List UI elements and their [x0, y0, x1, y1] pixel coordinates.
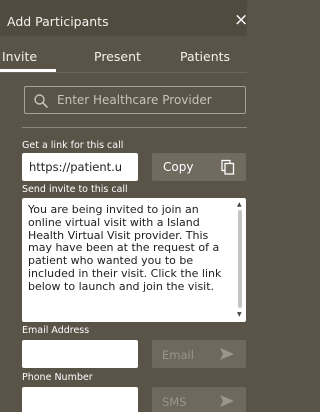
- close-icon[interactable]: ×: [234, 10, 248, 30]
- email-button-label: Email: [162, 348, 194, 362]
- send-arrow-icon: [218, 393, 236, 409]
- sms-button-label: SMS: [162, 395, 187, 409]
- section-divider: [22, 127, 247, 128]
- sms-send-button[interactable]: SMS: [152, 387, 246, 412]
- scroll-thumb[interactable]: [238, 210, 242, 308]
- copy-icon: [220, 159, 236, 175]
- tab-invite[interactable]: Invite: [2, 49, 37, 64]
- dialog-title: Add Participants: [7, 14, 109, 29]
- scroll-up-icon[interactable]: ▲: [237, 202, 242, 208]
- phone-label: Phone Number: [22, 372, 93, 383]
- email-send-button[interactable]: Email: [152, 340, 246, 368]
- copy-button-label: Copy: [163, 160, 194, 174]
- copy-button[interactable]: Copy: [152, 153, 246, 181]
- get-link-label: Get a link for this call: [22, 140, 124, 151]
- dialog-header: Add Participants ×: [0, 0, 248, 36]
- search-placeholder: Enter Healthcare Provider: [57, 93, 212, 107]
- invite-message-textarea[interactable]: You are being invited to join an online …: [22, 198, 246, 322]
- tab-bar: Invite Present Patients: [0, 44, 247, 72]
- link-value: https://patient.u: [29, 160, 123, 174]
- message-scrollbar[interactable]: ▲ ▼: [236, 200, 244, 320]
- tab-present[interactable]: Present: [94, 49, 141, 64]
- tab-patients[interactable]: Patients: [180, 49, 230, 64]
- search-input[interactable]: Enter Healthcare Provider: [24, 86, 246, 114]
- send-arrow-icon: [218, 346, 236, 362]
- link-field[interactable]: https://patient.u: [22, 153, 138, 181]
- phone-field[interactable]: [22, 387, 138, 412]
- invite-message-text: You are being invited to join an online …: [28, 203, 222, 293]
- send-invite-label: Send invite to this call: [22, 184, 128, 195]
- scroll-down-icon[interactable]: ▼: [237, 312, 242, 318]
- email-label: Email Address: [22, 325, 90, 336]
- tabs-divider: [0, 72, 247, 73]
- search-icon: [33, 93, 49, 109]
- email-field[interactable]: [22, 340, 138, 368]
